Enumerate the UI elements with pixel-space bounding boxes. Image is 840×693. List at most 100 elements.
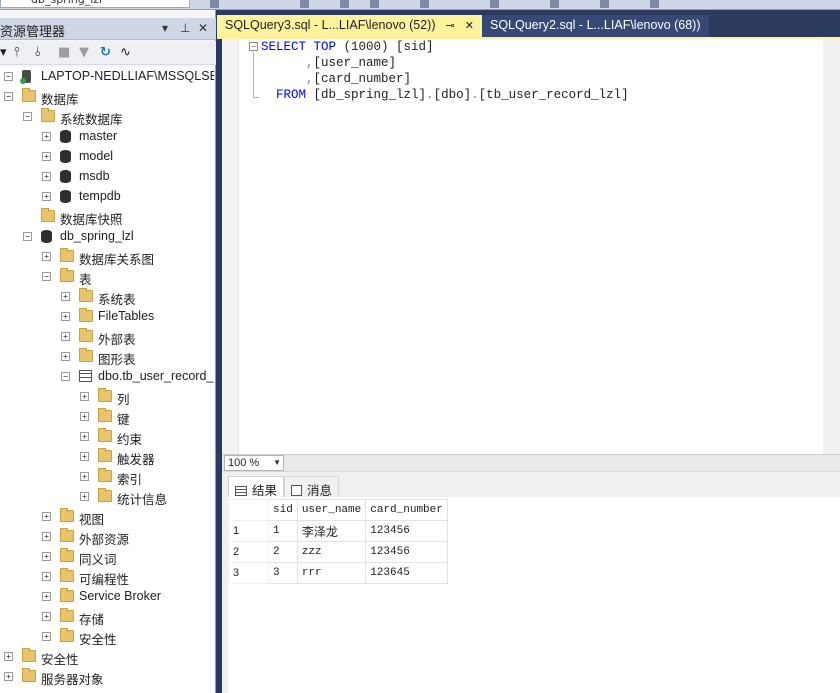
- refresh-icon[interactable]: ↻: [100, 45, 111, 60]
- tree-node[interactable]: − LAPTOP-NEDLLIAF\MSSQLSERVER0: [0, 67, 214, 87]
- indent-icon[interactable]: [490, 0, 499, 8]
- tree-node[interactable]: + 可编程性: [0, 567, 214, 587]
- window-position-icon[interactable]: ▾: [162, 21, 168, 35]
- expand-icon[interactable]: +: [42, 512, 51, 521]
- tree-node[interactable]: + Service Broker: [0, 587, 214, 607]
- stop-icon[interactable]: [300, 0, 309, 8]
- pin-icon[interactable]: ⊸: [446, 20, 455, 32]
- column-header[interactable]: user_name: [296, 499, 367, 521]
- expand-icon[interactable]: +: [4, 652, 13, 661]
- expand-icon[interactable]: +: [4, 672, 13, 681]
- outdent-icon[interactable]: [550, 0, 559, 8]
- zoom-select[interactable]: 100 % ▼: [224, 455, 284, 471]
- tree-node[interactable]: + 列: [0, 387, 214, 407]
- expand-icon[interactable]: +: [42, 132, 51, 141]
- editor-vertical-scrollbar[interactable]: [823, 39, 840, 454]
- expand-icon[interactable]: +: [80, 452, 89, 461]
- collapse-icon[interactable]: −: [23, 232, 32, 241]
- expand-icon[interactable]: +: [80, 412, 89, 421]
- expand-icon[interactable]: +: [80, 392, 89, 401]
- collapse-icon[interactable]: −: [4, 72, 13, 81]
- grid-cell[interactable]: 123645: [365, 562, 448, 584]
- query-editor[interactable]: − SELECT TOP (1000) [sid] ,[user_name] ,…: [222, 39, 840, 454]
- tree-node[interactable]: + model: [0, 147, 214, 167]
- row-number[interactable]: 3: [228, 562, 269, 584]
- connect-icon[interactable]: ⫯: [14, 45, 20, 60]
- database-selector[interactable]: db_spring_lzl: [0, 0, 190, 8]
- tree-node[interactable]: + 安全性: [0, 627, 214, 647]
- row-number[interactable]: 2: [228, 541, 269, 563]
- specify-values-icon[interactable]: [600, 0, 609, 8]
- tree-node[interactable]: 数据库快照: [0, 207, 214, 227]
- tree-node[interactable]: + 索引: [0, 467, 214, 487]
- tab-sqlquery3[interactable]: SQLQuery3.sql - L...LIAF\lenovo (52)) ⊸ ✕: [217, 15, 482, 37]
- tree-node[interactable]: + 存储: [0, 607, 214, 627]
- grid-cell[interactable]: zzz: [296, 541, 367, 563]
- close-icon[interactable]: ✕: [465, 20, 474, 32]
- results-grid[interactable]: sid user_name card_number 1 1 李泽龙 123456…: [228, 499, 448, 584]
- tree-node[interactable]: − dbo.tb_user_record_lz: [0, 367, 214, 387]
- execute-icon[interactable]: [210, 0, 219, 8]
- code-line[interactable]: ,[card_number]: [261, 71, 629, 87]
- tree-node[interactable]: + tempdb: [0, 187, 214, 207]
- tree-node[interactable]: + 数据库关系图: [0, 247, 214, 267]
- row-number[interactable]: 1: [228, 520, 269, 542]
- results-to-grid-icon[interactable]: [370, 0, 379, 8]
- stop-icon[interactable]: ■: [58, 45, 70, 60]
- collapse-icon[interactable]: −: [249, 42, 258, 51]
- column-header[interactable]: sid: [268, 499, 298, 521]
- tree-node[interactable]: + 统计信息: [0, 487, 214, 507]
- activity-monitor-icon[interactable]: ∿: [120, 45, 131, 60]
- tree-node[interactable]: + msdb: [0, 167, 214, 187]
- tab-sqlquery2[interactable]: SQLQuery2.sql - L...LIAF\lenovo (68)): [482, 15, 709, 37]
- expand-icon[interactable]: +: [42, 552, 51, 561]
- expand-icon[interactable]: +: [42, 192, 51, 201]
- tab-results[interactable]: 结果: [228, 476, 285, 498]
- expand-icon[interactable]: +: [61, 332, 70, 341]
- expand-icon[interactable]: +: [61, 312, 70, 321]
- expand-icon[interactable]: +: [42, 592, 51, 601]
- tree-node[interactable]: + 服务器对象: [0, 667, 214, 687]
- expand-icon[interactable]: +: [61, 352, 70, 361]
- column-header[interactable]: card_number: [365, 499, 448, 521]
- grid-cell[interactable]: 2: [268, 541, 298, 563]
- collapse-icon[interactable]: −: [4, 92, 13, 101]
- expand-icon[interactable]: +: [42, 532, 51, 541]
- expand-icon[interactable]: +: [80, 432, 89, 441]
- tree-node[interactable]: + 图形表: [0, 347, 214, 367]
- code-line[interactable]: FROM [db_spring_lzl].[dbo].[tb_user_reco…: [261, 87, 629, 103]
- grid-cell[interactable]: rrr: [296, 562, 367, 584]
- expand-icon[interactable]: +: [80, 472, 89, 481]
- tree-node[interactable]: + 外部资源: [0, 527, 214, 547]
- grid-cell[interactable]: 1: [268, 520, 298, 542]
- tree-node[interactable]: − 表: [0, 267, 214, 287]
- tree-node[interactable]: + 触发器: [0, 447, 214, 467]
- expand-icon[interactable]: +: [42, 612, 51, 621]
- dropdown-icon[interactable]: [650, 0, 659, 8]
- collapse-icon[interactable]: −: [23, 112, 32, 121]
- pin-icon[interactable]: ⊥: [180, 21, 190, 35]
- connect-dropdown-icon[interactable]: ▾: [0, 45, 7, 60]
- tree-node[interactable]: + 安全性: [0, 647, 214, 667]
- collapse-icon[interactable]: −: [42, 272, 51, 281]
- tree-node[interactable]: + 约束: [0, 427, 214, 447]
- tree-node[interactable]: + 键: [0, 407, 214, 427]
- expand-icon[interactable]: +: [42, 152, 51, 161]
- grid-cell[interactable]: 123456: [365, 541, 448, 563]
- comment-icon[interactable]: [420, 0, 429, 8]
- collapse-icon[interactable]: −: [61, 372, 70, 381]
- tree-node[interactable]: − db_spring_lzl: [0, 227, 214, 247]
- grid-cell[interactable]: 123456: [365, 520, 448, 542]
- expand-icon[interactable]: +: [42, 172, 51, 181]
- expand-icon[interactable]: +: [42, 572, 51, 581]
- disconnect-icon[interactable]: ⫰: [35, 45, 41, 60]
- close-icon[interactable]: ✕: [198, 21, 208, 35]
- grid-cell[interactable]: 3: [268, 562, 298, 584]
- grid-cell[interactable]: 李泽龙: [296, 520, 367, 542]
- tree-node[interactable]: + master: [0, 127, 214, 147]
- expand-icon[interactable]: +: [42, 632, 51, 641]
- expand-icon[interactable]: +: [61, 292, 70, 301]
- expand-icon[interactable]: +: [80, 492, 89, 501]
- parse-icon[interactable]: [340, 0, 349, 8]
- row-number-header[interactable]: [228, 499, 269, 521]
